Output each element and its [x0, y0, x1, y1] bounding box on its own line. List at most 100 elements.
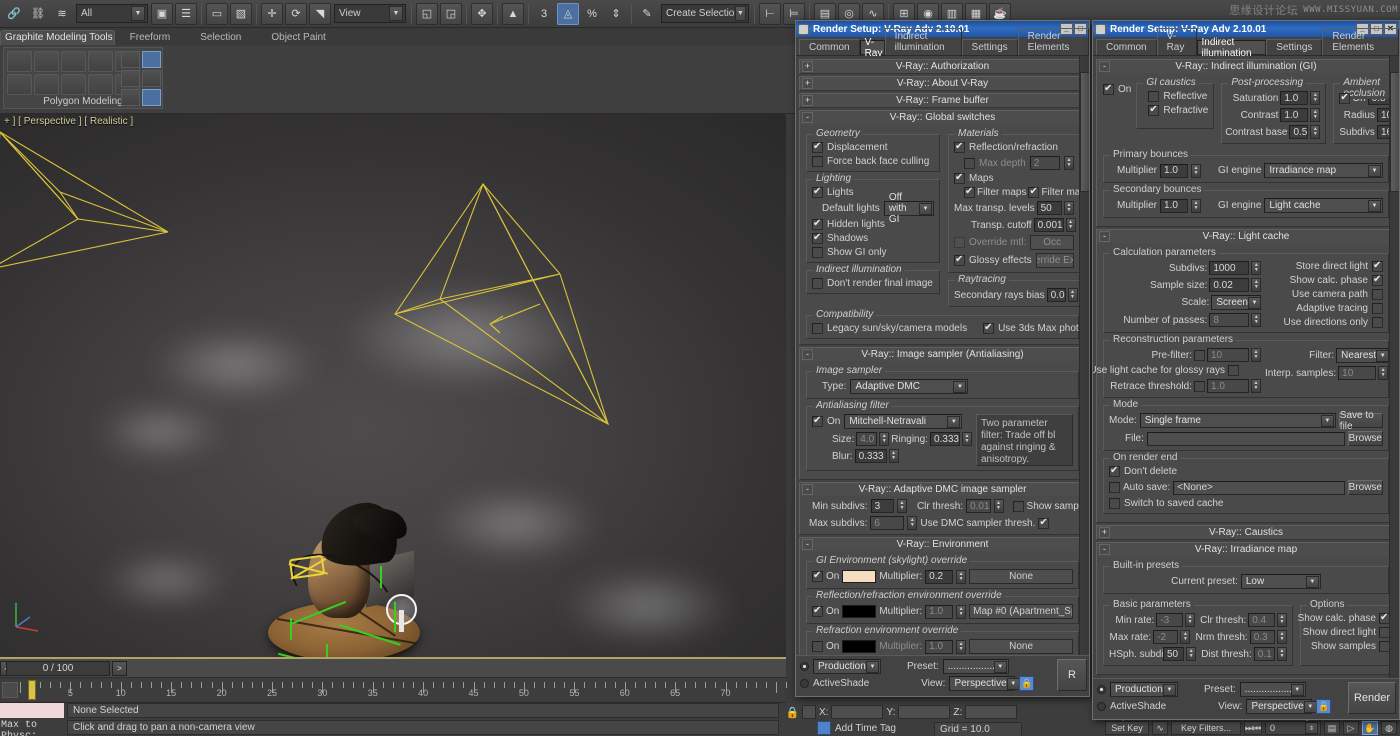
override-mtl-slot[interactable]: Occ: [1030, 235, 1074, 250]
aa-filter-combo[interactable]: Mitchell-Netravali ▼: [844, 414, 962, 429]
min-subdivs-spinner[interactable]: ▲▼: [897, 499, 907, 513]
auto-save-browse-button[interactable]: Browse: [1348, 480, 1383, 495]
z-coordinate-input[interactable]: [965, 705, 1017, 719]
dont-delete-row[interactable]: Don't delete: [1109, 466, 1383, 477]
max-rate-field[interactable]: -2: [1153, 630, 1178, 644]
current-frame-spinner[interactable]: 0 ⇕: [1265, 721, 1321, 735]
max-rate-row[interactable]: Max rate: -2 ▲▼ Nrm thresh: 0.3 ▲▼: [1109, 630, 1287, 644]
use-camera-path-row[interactable]: Use camera path: [1267, 289, 1383, 300]
rollout-header[interactable]: + V-Ray:: About V-Ray: [800, 77, 1085, 90]
chevron-down-icon[interactable]: ▼: [1321, 415, 1334, 427]
tab-render-elements[interactable]: Render Elements: [1322, 28, 1399, 55]
lc-passes-spinner[interactable]: ▲▼: [1251, 313, 1261, 327]
use-dmc-thresh-checkbox[interactable]: [1038, 518, 1049, 529]
rollout-header[interactable]: - V-Ray:: Global switches: [800, 111, 1085, 124]
tab-vray[interactable]: V-Ray: [860, 40, 885, 55]
key-curve-icon[interactable]: ∿: [1152, 721, 1168, 735]
polygon-subobject-icon[interactable]: [88, 51, 113, 72]
rollout-frame-buffer[interactable]: + V-Ray:: Frame buffer: [799, 93, 1086, 108]
lc-sample-size-spinner[interactable]: ▲▼: [1251, 278, 1261, 292]
transp-cutoff-spinner[interactable]: ▲▼: [1066, 218, 1076, 232]
reflection-refraction-row[interactable]: Reflection/refraction: [954, 142, 1074, 153]
paint-deform-icon[interactable]: [61, 74, 86, 95]
max-subdivs-row[interactable]: Max subdivs: 6 ▲▼ Use DMC sampler thresh…: [804, 516, 1081, 530]
prefilter-field[interactable]: 10: [1207, 348, 1249, 362]
rollout-expand-icon[interactable]: +: [802, 78, 813, 89]
current-preset-combo[interactable]: Low ▼: [1241, 574, 1321, 589]
view-combo[interactable]: Perspective ▼: [949, 676, 1015, 691]
current-frame-field[interactable]: 0 / 100: [6, 661, 110, 676]
store-direct-light-checkbox[interactable]: [1372, 261, 1383, 272]
aa-blur-spinner[interactable]: ▲▼: [889, 449, 899, 463]
rectangular-selection-region-icon[interactable]: ▭: [206, 3, 228, 25]
clr-thresh-field[interactable]: 0.01: [966, 499, 990, 513]
open-mini-curve-editor-icon[interactable]: [2, 682, 18, 698]
min-subdivs-row[interactable]: Min subdivs: 3 ▲▼ Clr thresh: 0.01 ▲▼ Sh…: [804, 499, 1081, 513]
lc-scale-combo[interactable]: Screen ▼: [1211, 295, 1261, 310]
refr-env-multiplier-field[interactable]: 1.0: [925, 640, 953, 654]
rollout-adaptive-dmc-image-sampler[interactable]: - V-Ray:: Adaptive DMC image sampler Min…: [799, 482, 1086, 535]
dialog1-scrollbar[interactable]: [1079, 56, 1089, 671]
refr-env-multiplier-spinner[interactable]: ▲▼: [956, 640, 966, 654]
border-subobject-icon[interactable]: [61, 51, 86, 72]
sampler-type-row[interactable]: Type: Adaptive DMC ▼: [812, 379, 1073, 394]
rollout-caustics[interactable]: + V-Ray:: Caustics: [1096, 525, 1396, 540]
production-radio[interactable]: [1097, 685, 1106, 694]
rollout-global-switches[interactable]: - V-Ray:: Global switches Geometry Displ…: [799, 110, 1086, 345]
file-row[interactable]: File: Browse: [1109, 431, 1383, 446]
prefilter-spinner[interactable]: ▲▼: [1251, 348, 1261, 362]
refr-env-color-swatch[interactable]: [842, 640, 876, 653]
maps-checkbox[interactable]: [954, 173, 965, 184]
saturation-field[interactable]: 1.0: [1280, 91, 1308, 105]
show-calc-phase-row[interactable]: Show calc. phase: [1267, 275, 1383, 286]
rollout-collapse-icon[interactable]: -: [802, 539, 813, 550]
lc-subdivs-row[interactable]: Subdivs: 1000 ▲▼: [1109, 261, 1261, 275]
bind-space-warp-icon[interactable]: ≋: [51, 3, 73, 25]
link-icon[interactable]: 🔗: [3, 3, 25, 25]
max-depth-checkbox[interactable]: [964, 158, 975, 169]
saturation-row[interactable]: Saturation 1.0 ▲▼: [1227, 91, 1320, 105]
chevron-down-icon[interactable]: ▼: [1291, 684, 1304, 696]
ao-on-checkbox[interactable]: [1339, 93, 1350, 104]
auto-save-row[interactable]: Auto save: <None> Browse: [1109, 480, 1383, 495]
glossy-effects-checkbox[interactable]: [954, 255, 965, 266]
chevron-down-icon[interactable]: ▼: [919, 203, 932, 215]
hsph-subdivs-row[interactable]: HSph. subdivs: 50 ▲▼ Dist thresh: 0.1 ▲▼: [1109, 647, 1287, 661]
rollout-expand-icon[interactable]: +: [802, 95, 813, 106]
maxscript-mini-listener[interactable]: Max to Physc:: [0, 703, 64, 736]
maps-row[interactable]: Maps: [954, 173, 1074, 184]
force-back-face-culling-checkbox[interactable]: [812, 156, 823, 167]
reference-coordinate-system-combo[interactable]: View ▼: [334, 4, 406, 23]
swift-loop-icon[interactable]: [88, 74, 113, 95]
rollout-collapse-icon[interactable]: -: [802, 349, 813, 360]
im-clr-thresh-field[interactable]: 0.4: [1248, 613, 1275, 627]
track-bar-ruler[interactable]: 510152025303540455055606570: [20, 678, 786, 703]
rollout-collapse-icon[interactable]: -: [802, 112, 813, 123]
tab-indirect-illumination[interactable]: Indirect illumination: [1197, 40, 1267, 55]
min-rate-row[interactable]: Min rate: -3 ▲▼ Clr thresh: 0.4 ▲▼: [1109, 613, 1287, 627]
lc-scale-row[interactable]: Scale: Screen ▼: [1109, 295, 1261, 310]
edge-subobject-icon[interactable]: [34, 51, 59, 72]
filter-maps-gi-checkbox[interactable]: [1028, 187, 1039, 198]
rollout-collapse-icon[interactable]: -: [1099, 61, 1110, 72]
render-setup-dialog-vray[interactable]: Render Setup: V-Ray Adv 2.10.01 _ □ Comm…: [795, 20, 1090, 697]
chevron-down-icon[interactable]: ▼: [1163, 684, 1176, 696]
tab-common[interactable]: Common: [1096, 39, 1157, 55]
adaptive-tracing-checkbox[interactable]: [1372, 303, 1383, 314]
show-calc-phase-checkbox[interactable]: [1372, 275, 1383, 286]
select-and-scale-icon[interactable]: ◥: [309, 3, 331, 25]
contrast-spinner[interactable]: ▲▼: [1310, 108, 1320, 122]
rollout-indirect-illumination-gi[interactable]: - V-Ray:: Indirect illumination (GI) On …: [1096, 59, 1396, 227]
gi-on-row[interactable]: On: [1103, 84, 1131, 95]
chevron-down-icon[interactable]: ▼: [953, 381, 966, 393]
hsph-subdivs-spinner[interactable]: ▲▼: [1186, 647, 1196, 661]
chevron-down-icon[interactable]: ▼: [1376, 350, 1389, 362]
pan-view-icon[interactable]: ▷: [1343, 721, 1359, 735]
glossy-effects-row[interactable]: Glossy effects Override Exclu: [954, 253, 1074, 268]
key-mode-toggle-icon[interactable]: ⏭⏮: [1244, 721, 1262, 735]
select-object-icon[interactable]: ▣: [151, 3, 173, 25]
viewport-label[interactable]: + ] [ Perspective ] [ Realistic ]: [4, 116, 133, 127]
shadows-row[interactable]: Shadows: [812, 233, 934, 244]
interp-samples-field[interactable]: 10: [1338, 366, 1376, 380]
hsph-subdivs-field[interactable]: 50: [1163, 647, 1184, 661]
